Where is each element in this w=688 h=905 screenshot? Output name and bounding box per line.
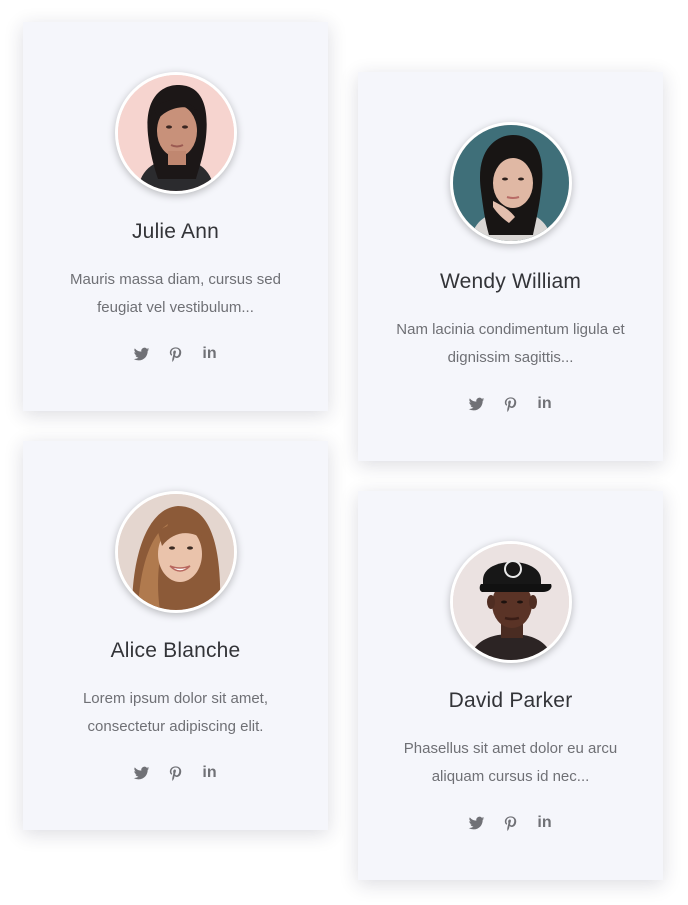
member-description: Mauris massa diam, cursus sed feugiat ve… <box>70 271 281 316</box>
avatar <box>450 541 572 663</box>
linkedin-icon[interactable]: in <box>201 345 219 363</box>
pinterest-icon[interactable] <box>167 345 185 363</box>
member-name: Julie Ann <box>131 220 220 243</box>
avatar <box>115 72 237 194</box>
member-description: Lorem ipsum dolor sit amet, consectetur … <box>82 690 269 735</box>
social-links: in <box>358 395 663 415</box>
twitter-icon[interactable] <box>133 764 151 782</box>
linkedin-glyph: in <box>202 345 217 362</box>
pinterest-icon[interactable] <box>502 395 520 413</box>
member-name: Wendy William <box>439 270 582 293</box>
pinterest-icon[interactable] <box>502 814 520 832</box>
social-links: in <box>23 764 328 784</box>
twitter-icon[interactable] <box>133 345 151 363</box>
avatar <box>115 491 237 613</box>
member-name: Alice Blanche <box>110 639 241 662</box>
twitter-icon[interactable] <box>468 814 486 832</box>
pinterest-icon[interactable] <box>167 764 185 782</box>
member-description: Nam lacinia condimentum ligula et dignis… <box>396 321 625 366</box>
linkedin-icon[interactable]: in <box>536 814 554 832</box>
member-name: David Parker <box>448 689 573 712</box>
linkedin-glyph: in <box>537 395 552 412</box>
team-card-julie-ann: Julie Ann Mauris massa diam, cursus sed … <box>23 22 328 411</box>
linkedin-icon[interactable]: in <box>536 395 554 413</box>
linkedin-icon[interactable]: in <box>201 764 219 782</box>
twitter-icon[interactable] <box>468 395 486 413</box>
member-description: Phasellus sit amet dolor eu arcu aliquam… <box>403 740 618 785</box>
social-links: in <box>358 814 663 834</box>
team-card-alice-blanche: Alice Blanche Lorem ipsum dolor sit amet… <box>23 441 328 830</box>
linkedin-glyph: in <box>537 814 552 831</box>
avatar <box>450 122 572 244</box>
linkedin-glyph: in <box>202 764 217 781</box>
team-card-david-parker: David Parker Phasellus sit amet dolor eu… <box>358 491 663 880</box>
social-links: in <box>23 345 328 365</box>
team-card-wendy-william: Wendy William Nam lacinia condimentum li… <box>358 72 663 461</box>
